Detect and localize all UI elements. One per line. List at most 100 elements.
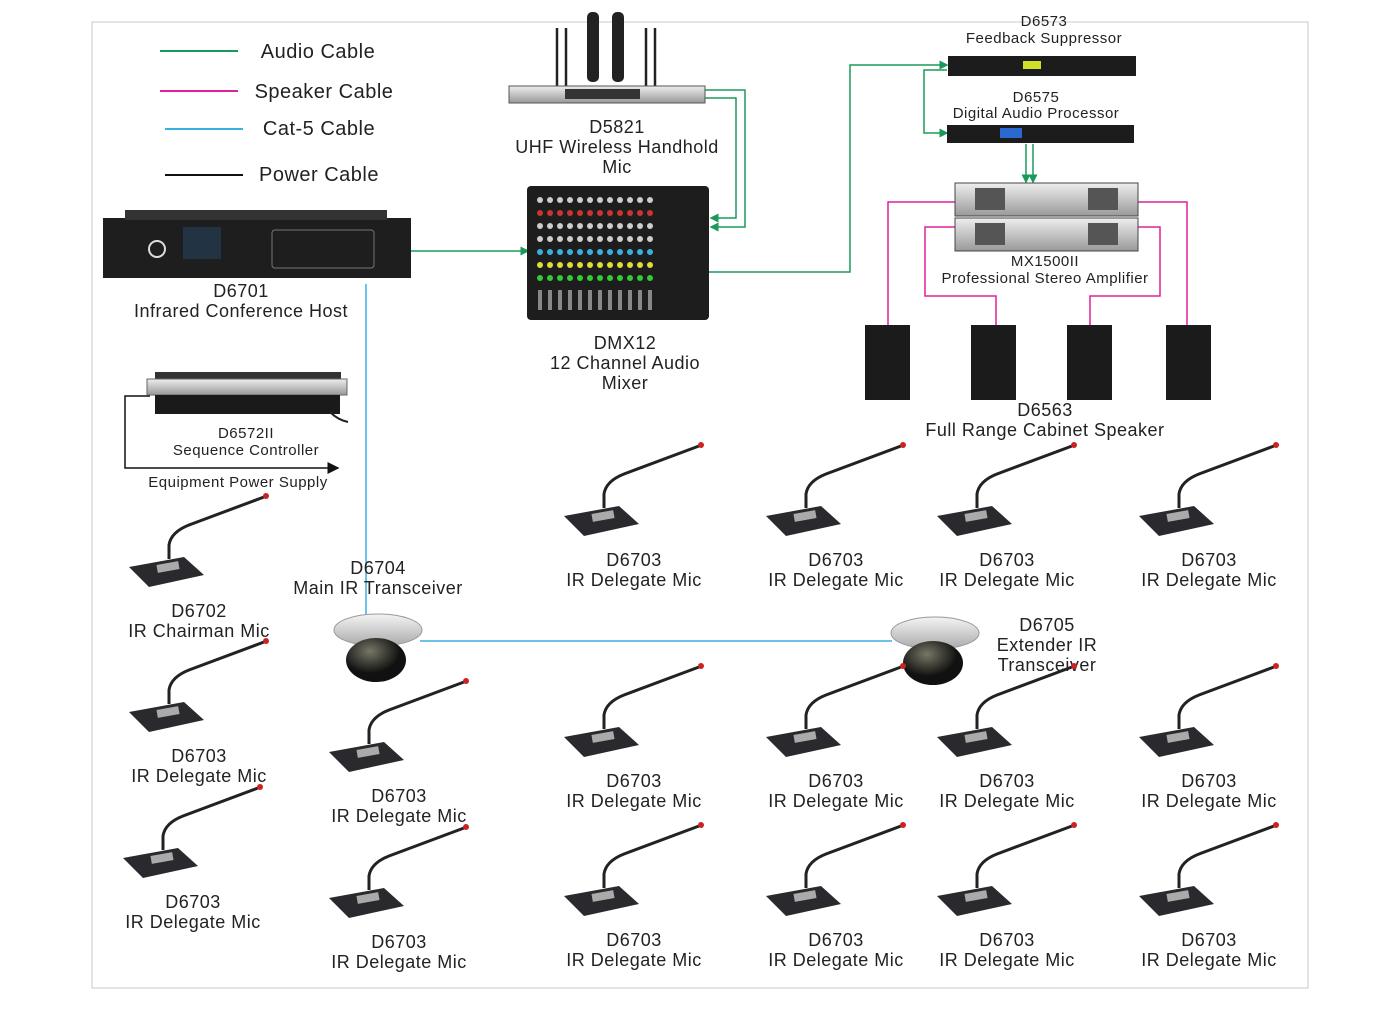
mic-name: IR Delegate Mic — [939, 570, 1075, 590]
mic-name: IR Delegate Mic — [331, 806, 467, 826]
extender-transceiver-device — [890, 616, 980, 685]
mic-gooseneck — [602, 444, 700, 508]
mic-tip-light — [1273, 663, 1279, 669]
speaker-cable-4 — [1138, 201, 1188, 326]
mic-base — [129, 557, 204, 587]
mic-name: IR Delegate Mic — [131, 766, 267, 786]
mic-tip-light — [900, 442, 906, 448]
mic-gooseneck — [602, 824, 700, 888]
mic-model: D6703 — [979, 550, 1035, 570]
mic-base — [937, 727, 1012, 757]
mic-tip-light — [463, 824, 469, 830]
main-transceiver-name: Main IR Transceiver — [293, 578, 463, 598]
mic-base — [123, 848, 198, 878]
mic-gooseneck — [975, 824, 1073, 888]
suppressor-model: D6573 — [1021, 13, 1068, 30]
mic-model: D6703 — [371, 932, 427, 952]
mic-name: IR Delegate Mic — [1141, 791, 1277, 811]
mic-name: IR Delegate Mic — [939, 791, 1075, 811]
mic-base — [564, 506, 639, 536]
mic-model: D6703 — [606, 771, 662, 791]
mic-tip-light — [257, 784, 263, 790]
mic-gooseneck — [804, 665, 902, 729]
sequencer-model: D6572II — [218, 425, 274, 442]
delegate-mic: D6703IR Delegate Mic — [564, 822, 704, 970]
host-model: D6701 — [213, 281, 269, 301]
sequence-controller-device — [146, 372, 349, 423]
mic-name: IR Delegate Mic — [566, 950, 702, 970]
mic-tip-light — [263, 638, 269, 644]
mixer-name-line1: 12 Channel Audio — [550, 353, 700, 373]
mic-gooseneck — [602, 665, 700, 729]
mic-model: D6703 — [165, 892, 221, 912]
delegate-mic: D6703IR Delegate Mic — [129, 638, 269, 786]
mic-gooseneck — [167, 640, 265, 704]
mic-model: D6703 — [1181, 550, 1237, 570]
mic-gooseneck — [1177, 665, 1275, 729]
mic-tip-light — [1071, 822, 1077, 828]
mic-name: IR Delegate Mic — [768, 570, 904, 590]
mic-model: D6702 — [171, 601, 227, 621]
audio-cable-mixer-suppressor — [708, 60, 949, 273]
mic-tip-light — [463, 678, 469, 684]
mixer-name-line2: Mixer — [602, 373, 649, 393]
mic-model: D6703 — [808, 930, 864, 950]
mic-name: IR Delegate Mic — [768, 791, 904, 811]
mic-base — [1139, 727, 1214, 757]
speaker-cabinet-3 — [1067, 325, 1112, 400]
mic-tip-light — [263, 493, 269, 499]
mic-tip-light — [900, 663, 906, 669]
mic-base — [1139, 886, 1214, 916]
delegate-mic: D6703IR Delegate Mic — [937, 822, 1077, 970]
delegate-mic: D6703IR Delegate Mic — [1139, 663, 1279, 811]
feedback-suppressor-device — [948, 56, 1136, 76]
speaker-name: Full Range Cabinet Speaker — [925, 420, 1164, 440]
mic-name: IR Delegate Mic — [125, 912, 261, 932]
mic-model: D6703 — [1181, 771, 1237, 791]
legend-audio-label: Audio Cable — [261, 41, 375, 63]
delegate-mic: D6703IR Delegate Mic — [329, 678, 469, 826]
delegate-mic: D6703IR Delegate Mic — [564, 663, 704, 811]
mic-gooseneck — [804, 444, 902, 508]
mic-name: IR Chairman Mic — [128, 621, 270, 641]
mic-name: IR Delegate Mic — [566, 791, 702, 811]
sequencer-name: Sequence Controller — [173, 442, 319, 459]
mic-gooseneck — [804, 824, 902, 888]
mic-name: IR Delegate Mic — [939, 950, 1075, 970]
processor-name: Digital Audio Processor — [953, 105, 1120, 122]
audio-processor-device — [947, 125, 1134, 143]
mic-name: IR Delegate Mic — [1141, 950, 1277, 970]
power-supply-label: Equipment Power Supply — [148, 474, 327, 491]
mic-tip-light — [1273, 822, 1279, 828]
mic-base — [937, 886, 1012, 916]
legend: Audio Cable Speaker Cable Cat-5 Cable Po… — [160, 41, 393, 186]
delegate-mic: D6703IR Delegate Mic — [766, 442, 906, 590]
speaker-cabinet-4 — [1166, 325, 1211, 400]
mixer-model: DMX12 — [594, 333, 657, 353]
delegate-mic: D6703IR Delegate Mic — [123, 784, 263, 932]
mic-base — [129, 702, 204, 732]
mic-base — [329, 742, 404, 772]
mic-base — [329, 888, 404, 918]
legend-speaker-label: Speaker Cable — [255, 81, 394, 103]
mixer-device — [527, 186, 709, 320]
main-transceiver-device — [333, 613, 423, 682]
mic-model: D6703 — [606, 930, 662, 950]
amplifier-model: MX1500II — [1011, 253, 1079, 270]
mic-base — [937, 506, 1012, 536]
audio-cable-wireless-mixer-1 — [704, 89, 746, 232]
extender-transceiver-name-line2: Transceiver — [998, 655, 1097, 675]
mic-base — [564, 886, 639, 916]
speaker-cabinet-1 — [865, 325, 910, 400]
speaker-cable-1 — [887, 201, 955, 326]
mic-base — [766, 727, 841, 757]
speaker-cabinet-2 — [971, 325, 1016, 400]
system-diagram: Audio Cable Speaker Cable Cat-5 Cable Po… — [91, 12, 1309, 989]
mic-tip-light — [698, 663, 704, 669]
mic-base — [766, 886, 841, 916]
mic-model: D6703 — [1181, 930, 1237, 950]
extender-transceiver-name-line1: Extender IR — [997, 635, 1098, 655]
mic-gooseneck — [1177, 444, 1275, 508]
mic-gooseneck — [367, 826, 465, 890]
wireless-name-line1: UHF Wireless Handhold — [515, 137, 719, 157]
